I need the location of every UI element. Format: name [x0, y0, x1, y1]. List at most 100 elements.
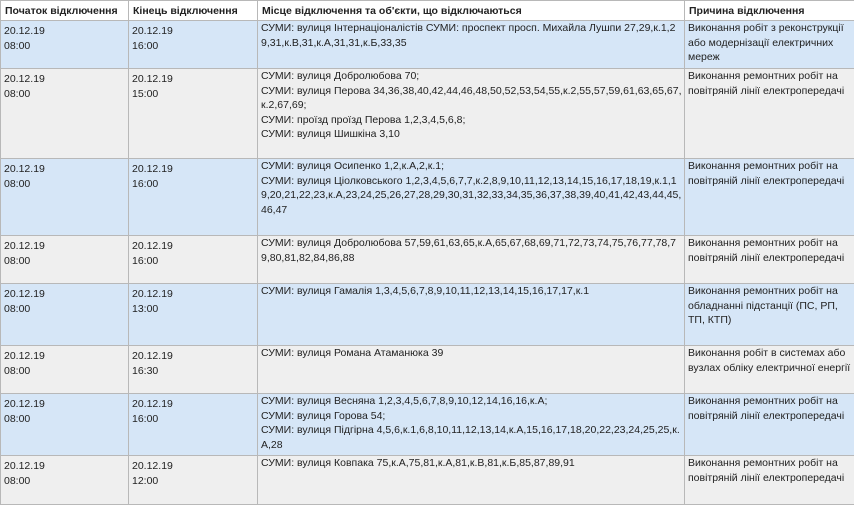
cell-end: 20.12.1916:00	[129, 394, 258, 456]
table-row: 20.12.1908:0020.12.1915:00СУМИ: вулиця Д…	[1, 69, 854, 159]
cell-reason: Виконання ремонтних робіт на обладнанні …	[685, 284, 854, 346]
start-date: 20.12.19	[4, 162, 126, 177]
start-date: 20.12.19	[4, 397, 126, 412]
cell-reason: Виконання ремонтних робіт на повітряній …	[685, 236, 854, 284]
cell-end-content: 20.12.1913:00	[132, 284, 255, 316]
table-row: 20.12.1908:0020.12.1916:30СУМИ: вулиця Р…	[1, 346, 854, 394]
end-date: 20.12.19	[132, 72, 255, 87]
cell-start: 20.12.1908:00	[1, 394, 129, 456]
cell-place-content: СУМИ: вулиця Добролюбова 57,59,61,63,65,…	[261, 236, 682, 265]
start-time: 08:00	[4, 87, 126, 102]
start-time: 08:00	[4, 474, 126, 489]
place-line: СУМИ: вулиця Перова 34,36,38,40,42,44,46…	[261, 84, 682, 113]
place-line: СУМИ: вулиця Весняна 1,2,3,4,5,6,7,8,9,1…	[261, 394, 682, 409]
cell-start-content: 20.12.1908:00	[4, 346, 126, 378]
cell-start: 20.12.1908:00	[1, 346, 129, 394]
end-date: 20.12.19	[132, 349, 255, 364]
place-line: СУМИ: вулиця Добролюбова 57,59,61,63,65,…	[261, 236, 682, 265]
start-date: 20.12.19	[4, 24, 126, 39]
cell-reason: Виконання ремонтних робіт на повітряній …	[685, 456, 854, 505]
cell-end-content: 20.12.1912:00	[132, 456, 255, 488]
cell-end-content: 20.12.1915:00	[132, 69, 255, 101]
place-line: СУМИ: вулиця Ковпака 75,к.А,75,81,к.А,81…	[261, 456, 682, 471]
cell-place: СУМИ: вулиця Весняна 1,2,3,4,5,6,7,8,9,1…	[258, 394, 685, 456]
cell-start-content: 20.12.1908:00	[4, 21, 126, 53]
end-date: 20.12.19	[132, 397, 255, 412]
place-line: СУМИ: вулиця Добролюбова 70;	[261, 69, 682, 84]
reason-text: Виконання ремонтних робіт на повітряній …	[688, 456, 852, 485]
end-time: 13:00	[132, 302, 255, 317]
place-line: СУМИ: вулиця Осипенко 1,2,к.А,2,к.1;	[261, 159, 682, 174]
reason-text: Виконання робіт в системах або вузлах об…	[688, 346, 852, 375]
reason-text: Виконання ремонтних робіт на повітряній …	[688, 394, 852, 423]
cell-start: 20.12.1908:00	[1, 236, 129, 284]
header-end: Кінець відключення	[129, 1, 258, 21]
end-date: 20.12.19	[132, 162, 255, 177]
cell-start: 20.12.1908:00	[1, 159, 129, 236]
place-line: СУМИ: вулиця Інтернаціоналістів СУМИ: пр…	[261, 21, 682, 50]
cell-start: 20.12.1908:00	[1, 284, 129, 346]
place-line: СУМИ: вулиця Підгірна 4,5,6,к.1,6,8,10,1…	[261, 423, 682, 452]
cell-end: 20.12.1912:00	[129, 456, 258, 505]
start-date: 20.12.19	[4, 72, 126, 87]
end-time: 12:00	[132, 474, 255, 489]
cell-end: 20.12.1916:00	[129, 21, 258, 69]
place-line: СУМИ: вулиця Гамалія 1,3,4,5,6,7,8,9,10,…	[261, 284, 682, 299]
cell-start-content: 20.12.1908:00	[4, 69, 126, 101]
cell-start: 20.12.1908:00	[1, 21, 129, 69]
cell-place-content: СУМИ: вулиця Добролюбова 70;СУМИ: вулиця…	[261, 69, 682, 142]
cell-end: 20.12.1915:00	[129, 69, 258, 159]
start-time: 08:00	[4, 302, 126, 317]
cell-end: 20.12.1916:00	[129, 236, 258, 284]
start-date: 20.12.19	[4, 239, 126, 254]
start-date: 20.12.19	[4, 349, 126, 364]
table-row: 20.12.1908:0020.12.1916:00СУМИ: вулиця Д…	[1, 236, 854, 284]
reason-text: Виконання ремонтних робіт на обладнанні …	[688, 284, 852, 328]
header-reason: Причина відключення	[685, 1, 854, 21]
end-time: 16:00	[132, 412, 255, 427]
reason-text: Виконання ремонтних робіт на повітряній …	[688, 69, 852, 98]
cell-end-content: 20.12.1916:00	[132, 236, 255, 268]
start-date: 20.12.19	[4, 459, 126, 474]
end-time: 15:00	[132, 87, 255, 102]
table-body: 20.12.1908:0020.12.1916:00СУМИ: вулиця І…	[1, 21, 854, 505]
cell-start-content: 20.12.1908:00	[4, 236, 126, 268]
cell-reason: Виконання робіт в системах або вузлах об…	[685, 346, 854, 394]
start-date: 20.12.19	[4, 287, 126, 302]
outage-schedule-table: Початок відключення Кінець відключення М…	[0, 0, 854, 505]
cell-place: СУМИ: вулиця Інтернаціоналістів СУМИ: пр…	[258, 21, 685, 69]
cell-reason: Виконання ремонтних робіт на повітряній …	[685, 394, 854, 456]
cell-place: СУМИ: вулиця Ковпака 75,к.А,75,81,к.А,81…	[258, 456, 685, 505]
cell-place-content: СУМИ: вулиця Ковпака 75,к.А,75,81,к.А,81…	[261, 456, 682, 471]
cell-start-content: 20.12.1908:00	[4, 159, 126, 191]
header-place: Місце відключення та об'єкти, що відключ…	[258, 1, 685, 21]
cell-start-content: 20.12.1908:00	[4, 456, 126, 488]
cell-reason: Виконання робіт з реконструкції або моде…	[685, 21, 854, 69]
cell-place: СУМИ: вулиця Гамалія 1,3,4,5,6,7,8,9,10,…	[258, 284, 685, 346]
end-time: 16:00	[132, 177, 255, 192]
place-line: СУМИ: вулиця Ціолковського 1,2,3,4,5,6,7…	[261, 174, 682, 218]
table-row: 20.12.1908:0020.12.1916:00СУМИ: вулиця І…	[1, 21, 854, 69]
cell-place-content: СУМИ: вулиця Гамалія 1,3,4,5,6,7,8,9,10,…	[261, 284, 682, 299]
cell-end: 20.12.1916:00	[129, 159, 258, 236]
table-row: 20.12.1908:0020.12.1913:00СУМИ: вулиця Г…	[1, 284, 854, 346]
end-time: 16:00	[132, 254, 255, 269]
start-time: 08:00	[4, 412, 126, 427]
cell-start: 20.12.1908:00	[1, 456, 129, 505]
cell-end: 20.12.1913:00	[129, 284, 258, 346]
cell-end-content: 20.12.1916:00	[132, 394, 255, 426]
end-date: 20.12.19	[132, 287, 255, 302]
table-row: 20.12.1908:0020.12.1916:00СУМИ: вулиця В…	[1, 394, 854, 456]
end-date: 20.12.19	[132, 239, 255, 254]
cell-place: СУМИ: вулиця Осипенко 1,2,к.А,2,к.1;СУМИ…	[258, 159, 685, 236]
cell-place-content: СУМИ: вулиця Осипенко 1,2,к.А,2,к.1;СУМИ…	[261, 159, 682, 217]
end-time: 16:00	[132, 39, 255, 54]
place-line: СУМИ: проїзд проїзд Перова 1,2,3,4,5,6,8…	[261, 113, 682, 128]
table-row: 20.12.1908:0020.12.1916:00СУМИ: вулиця О…	[1, 159, 854, 236]
cell-place-content: СУМИ: вулиця Весняна 1,2,3,4,5,6,7,8,9,1…	[261, 394, 682, 452]
cell-reason: Виконання ремонтних робіт на повітряній …	[685, 69, 854, 159]
place-line: СУМИ: вулиця Шишкіна 3,10	[261, 127, 682, 142]
reason-text: Виконання ремонтних робіт на повітряній …	[688, 159, 852, 188]
cell-place-content: СУМИ: вулиця Інтернаціоналістів СУМИ: пр…	[261, 21, 682, 50]
cell-reason: Виконання ремонтних робіт на повітряній …	[685, 159, 854, 236]
